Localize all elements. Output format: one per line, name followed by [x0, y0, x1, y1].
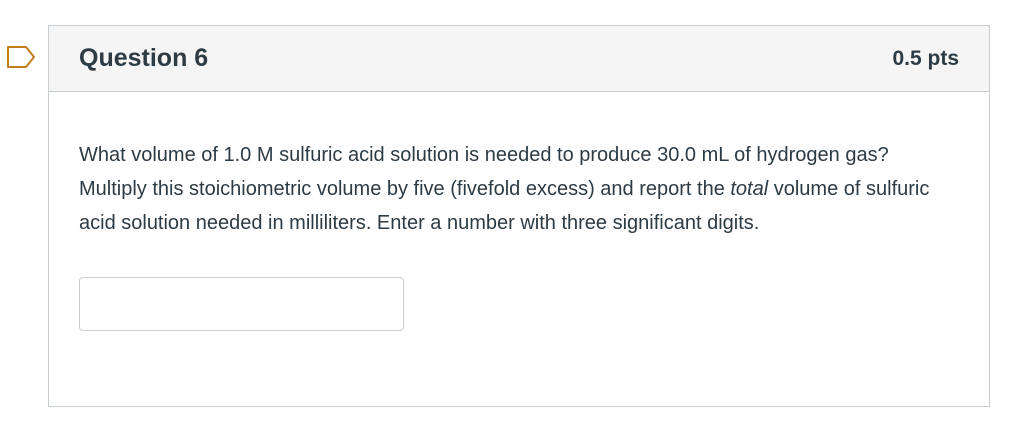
question-points: 0.5 pts: [892, 46, 959, 70]
question-card: Question 6 0.5 pts What volume of 1.0 M …: [48, 25, 990, 407]
question-title: Question 6: [79, 44, 209, 72]
answer-input[interactable]: [79, 277, 404, 331]
question-header: Question 6 0.5 pts: [49, 26, 989, 92]
question-text: What volume of 1.0 M sulfuric acid solut…: [79, 138, 959, 240]
question-body: What volume of 1.0 M sulfuric acid solut…: [49, 92, 989, 331]
quiz-page: Question 6 0.5 pts What volume of 1.0 M …: [0, 0, 1024, 435]
bookmark-flag-icon[interactable]: [6, 45, 36, 69]
question-text-emphasis: total: [730, 178, 769, 200]
